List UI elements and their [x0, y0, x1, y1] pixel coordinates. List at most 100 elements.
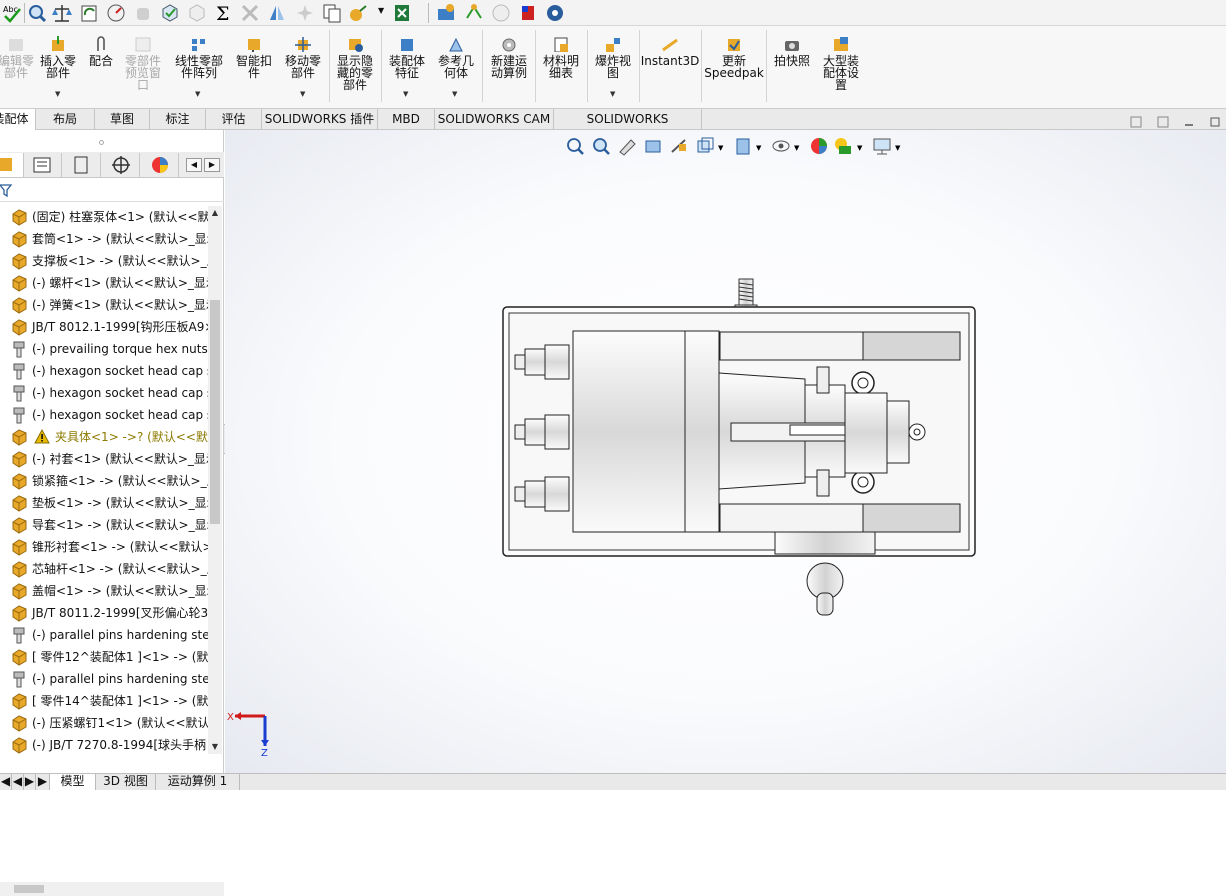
- tab-evaluate[interactable]: 评估: [206, 109, 262, 130]
- tree-item[interactable]: (-) prevailing torque hex nuts: [0, 338, 208, 360]
- display-manager-tab-icon[interactable]: [141, 153, 179, 177]
- tree-item[interactable]: 夹具体<1> ->? (默认<<默认: [0, 426, 208, 448]
- chevron-down-icon[interactable]: ▼: [403, 90, 408, 98]
- tab-3d-view[interactable]: 3D 视图: [96, 774, 156, 790]
- tree-item[interactable]: 芯轴杆<1> -> (默认<<默认>_显: [0, 558, 208, 580]
- assembly-settings-icon[interactable]: [348, 3, 368, 23]
- instant3d-button[interactable]: Instant3D: [641, 36, 699, 67]
- filter-icon[interactable]: [0, 184, 14, 198]
- tree-item[interactable]: (-) parallel pins hardening ste: [0, 624, 208, 646]
- options-icon[interactable]: [545, 3, 565, 23]
- excel-export-icon[interactable]: [393, 3, 413, 23]
- chevron-down-icon[interactable]: ▼: [378, 6, 384, 15]
- tree-item[interactable]: (-) 弹簧<1> (默认<<默认>_显示: [0, 294, 208, 316]
- hand-icon[interactable]: [133, 3, 153, 23]
- rebuild-icon[interactable]: [80, 3, 100, 23]
- tree-item[interactable]: 导套<1> -> (默认<<默认>_显示: [0, 514, 208, 536]
- chevron-down-icon[interactable]: ▼: [55, 90, 60, 98]
- routing-icon[interactable]: [464, 3, 484, 23]
- section-view-icon[interactable]: [645, 140, 661, 153]
- linear-component-pattern-button[interactable]: 线性零部 件阵列: [170, 36, 228, 79]
- dimxpert-tab-icon[interactable]: [102, 153, 140, 177]
- tree-item[interactable]: 锥形衬套<1> -> (默认<<默认>: [0, 536, 208, 558]
- zoom-to-fit-icon[interactable]: [567, 138, 584, 155]
- hide-show-items-icon[interactable]: [772, 140, 790, 152]
- h-scrollbar-thumb[interactable]: [14, 885, 44, 893]
- assembly-model[interactable]: [495, 275, 985, 620]
- chevron-down-icon[interactable]: ▼: [195, 90, 200, 98]
- tab-model[interactable]: 模型: [50, 774, 96, 790]
- edit-appearance-icon[interactable]: [811, 138, 827, 154]
- tree-item[interactable]: 盖帽<1> -> (默认<<默认>_显示: [0, 580, 208, 602]
- tree-item[interactable]: [ 零件12^装配体1 ]<1> -> (默认: [0, 646, 208, 668]
- chevron-down-icon[interactable]: ▼: [718, 144, 724, 152]
- configuration-manager-tab-icon[interactable]: [63, 153, 101, 177]
- dynamic-annotation-icon[interactable]: [671, 139, 686, 153]
- exploded-view-button[interactable]: 爆炸视 图: [590, 36, 636, 79]
- tab-scroll-right-icon[interactable]: ▶: [204, 158, 220, 172]
- tree-item[interactable]: (固定) 柱塞泵体<1> (默认<<默认: [0, 206, 208, 228]
- chevron-down-icon[interactable]: ▼: [794, 144, 800, 152]
- zoom-icon[interactable]: [27, 3, 47, 23]
- performance-icon[interactable]: [106, 3, 126, 23]
- tab-solidworks-addins[interactable]: SOLIDWORKS 插件: [262, 109, 378, 130]
- tree-item[interactable]: 垫板<1> -> (默认<<默认>_显示: [0, 492, 208, 514]
- sparkle-icon[interactable]: [295, 3, 315, 23]
- tree-item[interactable]: JB/T 8011.2-1999[叉形偏心轮3: [0, 602, 208, 624]
- minimize-icon[interactable]: [1183, 116, 1195, 128]
- component-preview-window-button[interactable]: 零部件 预览窗 口: [120, 36, 166, 91]
- insert-components-button[interactable]: 插入零 部件: [36, 36, 80, 79]
- chevron-down-icon[interactable]: ▼: [610, 90, 615, 98]
- tree-horizontal-scrollbar[interactable]: [0, 882, 224, 896]
- property-manager-tab-icon[interactable]: [24, 153, 62, 177]
- chevron-down-icon[interactable]: ▼: [452, 90, 457, 98]
- large-assembly-settings-button[interactable]: 大型装 配体设 置: [818, 36, 864, 91]
- mate-button[interactable]: 配合: [82, 36, 120, 67]
- assembly-features-button[interactable]: 装配体 特征: [384, 36, 430, 79]
- tab-sketch[interactable]: 草图: [95, 109, 150, 130]
- smart-fasteners-button[interactable]: 智能扣 件: [232, 36, 276, 79]
- view-settings-icon[interactable]: [873, 138, 891, 155]
- restore-left-icon[interactable]: [1130, 116, 1142, 128]
- edit-component-button[interactable]: 编辑零 部件: [0, 36, 38, 79]
- tree-item[interactable]: (-) JB/T 7270.8-1994[球头手柄: [0, 734, 208, 754]
- chevron-down-icon[interactable]: ▼: [300, 90, 305, 98]
- feature-manager-tab-icon[interactable]: [0, 153, 24, 177]
- tree-item[interactable]: (-) parallel pins hardening ste: [0, 668, 208, 690]
- interference-icon[interactable]: [240, 3, 260, 23]
- mass-properties-icon[interactable]: [52, 3, 72, 23]
- tab-nav-prev-icon[interactable]: ◀: [12, 774, 24, 790]
- scroll-down-icon[interactable]: ▼: [208, 740, 222, 754]
- bill-of-materials-button[interactable]: 材料明 细表: [538, 36, 584, 79]
- scrollbar-thumb[interactable]: [210, 300, 220, 524]
- tree-item[interactable]: JB/T 8012.1-1999[钩形压板A9×: [0, 316, 208, 338]
- mirror-icon[interactable]: [267, 3, 287, 23]
- tree-item[interactable]: 套筒<1> -> (默认<<默认>_显示: [0, 228, 208, 250]
- tab-solidworks-cam[interactable]: SOLIDWORKS CAM: [435, 109, 554, 130]
- tree-item[interactable]: 锁紧箍<1> -> (默认<<默认>_显示: [0, 470, 208, 492]
- new-motion-study-button[interactable]: 新建运 动算例: [486, 36, 532, 79]
- tab-mbd[interactable]: MBD: [378, 109, 435, 130]
- tab-nav-last-icon[interactable]: ▶: [36, 774, 50, 790]
- graphics-area[interactable]: ▼ ▼ ▼ ▼ ▼ X Z: [225, 130, 1226, 773]
- show-hidden-components-button[interactable]: 显示隐 藏的零 部件: [332, 36, 378, 91]
- reference-geometry-button[interactable]: 参考几 何体: [433, 36, 479, 79]
- chevron-down-icon[interactable]: ▼: [756, 144, 762, 152]
- tab-layout[interactable]: 布局: [36, 109, 95, 130]
- check-part-icon[interactable]: [160, 3, 180, 23]
- copy-icon[interactable]: [322, 3, 342, 23]
- tab-scroll-left-icon[interactable]: ◀: [186, 158, 202, 172]
- tree-item[interactable]: (-) 压紧螺钉1<1> (默认<<默认>: [0, 712, 208, 734]
- tab-solidworks-inspection[interactable]: SOLIDWORKS Inspection: [554, 109, 702, 146]
- previous-view-icon[interactable]: [619, 139, 636, 156]
- spell-check-icon[interactable]: Abc: [2, 3, 22, 23]
- apply-scene-icon[interactable]: [835, 138, 851, 154]
- update-speedpak-button[interactable]: 更新 Speedpak: [704, 36, 764, 79]
- panel-splitter-handle[interactable]: [99, 140, 104, 145]
- tree-item[interactable]: 支撑板<1> -> (默认<<默认>_显: [0, 250, 208, 272]
- zoom-to-area-icon[interactable]: [593, 138, 610, 155]
- tree-item[interactable]: (-) hexagon socket head cap s: [0, 382, 208, 404]
- sum-icon[interactable]: Σ: [214, 3, 234, 23]
- maximize-icon[interactable]: [1209, 116, 1221, 128]
- tab-nav-next-icon[interactable]: ▶: [24, 774, 36, 790]
